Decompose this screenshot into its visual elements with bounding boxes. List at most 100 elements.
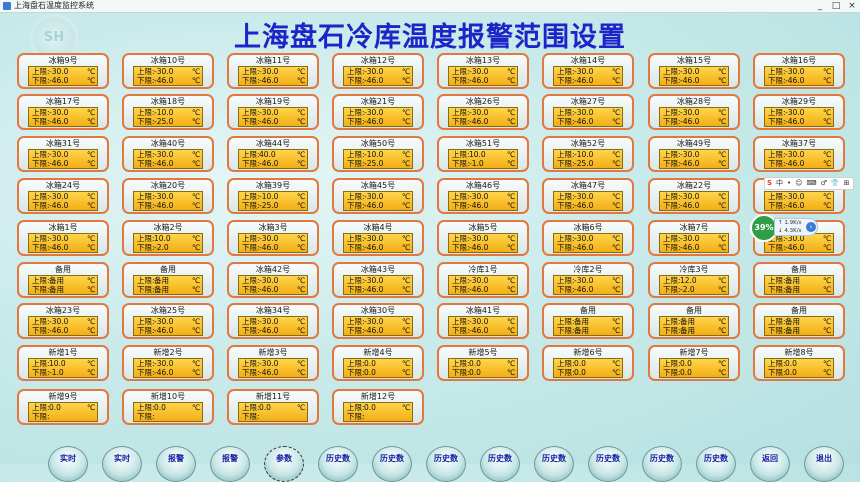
lower-limit-value[interactable]: -46.0 (259, 368, 297, 377)
limit-panel[interactable]: 上限: -30.0 ℃ 下限: -46.0 ℃ (659, 233, 729, 253)
lower-limit-value[interactable]: -46.0 (259, 243, 297, 252)
upper-limit-value[interactable]: -30.0 (49, 150, 87, 159)
upper-limit-value[interactable]: -30.0 (154, 359, 192, 368)
limit-panel[interactable]: 上限: 10.0 ℃ 下限: -1.0 ℃ (28, 358, 98, 378)
upper-limit-value[interactable]: 0.0 (785, 359, 823, 368)
upper-limit-value[interactable]: -30.0 (469, 276, 507, 285)
sensor-card[interactable]: 备用 上限: 备用 ℃ 下限: 备用 ℃ (753, 303, 845, 339)
lower-limit-value[interactable]: -46.0 (469, 117, 507, 126)
lower-limit-value[interactable]: -46.0 (785, 243, 823, 252)
sensor-card[interactable]: 冰箱7号 上限: -30.0 ℃ 下限: -46.0 ℃ (648, 220, 740, 256)
lower-limit-value[interactable]: -1.0 (49, 368, 87, 377)
upper-limit-value[interactable]: -30.0 (259, 276, 297, 285)
upper-limit-value[interactable]: -30.0 (574, 192, 612, 201)
sensor-card[interactable]: 冰箱1号 上限: -30.0 ℃ 下限: -46.0 ℃ (17, 220, 109, 256)
nav-button[interactable]: 返回 (750, 446, 790, 482)
upper-limit-value[interactable]: 备用 (49, 276, 87, 285)
sensor-card[interactable]: 冰箱12号 上限: -30.0 ℃ 下限: -46.0 ℃ (332, 53, 424, 89)
upper-limit-value[interactable]: 10.0 (469, 150, 507, 159)
ime-floating-toolbar[interactable]: S 中 • ☺ ⌨ ♂ 👕 ⊞ (764, 177, 854, 190)
lower-limit-value[interactable]: -46.0 (259, 117, 297, 126)
lower-limit-value[interactable]: -25.0 (364, 159, 402, 168)
upper-limit-value[interactable]: -30.0 (364, 67, 402, 76)
sensor-card[interactable]: 冰箱46号 上限: -30.0 ℃ 下限: -46.0 ℃ (437, 178, 529, 214)
close-button[interactable]: × (844, 0, 860, 12)
upper-limit-value[interactable]: -30.0 (364, 192, 402, 201)
upper-limit-value[interactable]: -30.0 (469, 317, 507, 326)
toolbar-item[interactable]: 👕 (831, 178, 840, 189)
upper-limit-value[interactable]: -30.0 (259, 359, 297, 368)
upper-limit-value[interactable]: -30.0 (785, 192, 823, 201)
sensor-card[interactable]: 冰箱40号 上限: -30.0 ℃ 下限: -46.0 ℃ (122, 136, 214, 172)
sensor-card[interactable]: 冰箱51号 上限: 10.0 ℃ 下限: -1.0 ℃ (437, 136, 529, 172)
lower-limit-value[interactable]: -2.0 (680, 285, 718, 294)
lower-limit-value[interactable]: 0.0 (469, 368, 507, 377)
limit-panel[interactable]: 上限: -30.0 ℃ 下限: -46.0 ℃ (659, 66, 729, 86)
sensor-card[interactable]: 冰箱18号 上限: -10.0 ℃ 下限: -25.0 ℃ (122, 94, 214, 130)
sensor-card[interactable]: 新增7号 上限: 0.0 ℃ 下限: 0.0 ℃ (648, 345, 740, 381)
upper-limit-value[interactable]: 0.0 (364, 403, 402, 412)
limit-panel[interactable]: 上限: -30.0 ℃ 下限: -46.0 ℃ (343, 191, 413, 211)
limit-panel[interactable]: 上限: -30.0 ℃ 下限: -46.0 ℃ (764, 191, 834, 211)
upper-limit-value[interactable]: -30.0 (469, 108, 507, 117)
sensor-card[interactable]: 冰箱10号 上限: -30.0 ℃ 下限: -46.0 ℃ (122, 53, 214, 89)
limit-panel[interactable]: 上限: -30.0 ℃ 下限: -46.0 ℃ (28, 191, 98, 211)
sensor-card[interactable]: 冰箱11号 上限: -30.0 ℃ 下限: -46.0 ℃ (227, 53, 319, 89)
speed-boost-icon[interactable]: › (806, 222, 816, 232)
limit-panel[interactable]: 上限: 0.0 ℃ 下限: 0.0 ℃ (553, 358, 623, 378)
limit-panel[interactable]: 上限: 备用 ℃ 下限: 备用 ℃ (764, 275, 834, 295)
lower-limit-value[interactable]: 0.0 (364, 368, 402, 377)
upper-limit-value[interactable]: -30.0 (49, 67, 87, 76)
lower-limit-value[interactable]: -46.0 (680, 117, 718, 126)
limit-panel[interactable]: 上限: -30.0 ℃ 下限: -46.0 ℃ (448, 66, 518, 86)
sensor-card[interactable]: 冰箱15号 上限: -30.0 ℃ 下限: -46.0 ℃ (648, 53, 740, 89)
sensor-card[interactable]: 冰箱21号 上限: -30.0 ℃ 下限: -46.0 ℃ (332, 94, 424, 130)
upper-limit-value[interactable]: -30.0 (154, 192, 192, 201)
toolbar-item[interactable]: ⊞ (844, 178, 850, 189)
lower-limit-value[interactable]: 备用 (785, 285, 823, 294)
upper-limit-value[interactable]: -30.0 (364, 317, 402, 326)
sensor-card[interactable]: 冰箱34号 上限: -30.0 ℃ 下限: -46.0 ℃ (227, 303, 319, 339)
nav-button[interactable]: 历史数 (588, 446, 628, 482)
sensor-card[interactable]: 冰箱20号 上限: -30.0 ℃ 下限: -46.0 ℃ (122, 178, 214, 214)
limit-panel[interactable]: 上限: -30.0 ℃ 下限: -46.0 ℃ (133, 316, 203, 336)
upper-limit-value[interactable]: -30.0 (154, 67, 192, 76)
limit-panel[interactable]: 上限: 备用 ℃ 下限: 备用 ℃ (764, 316, 834, 336)
lower-limit-value[interactable]: -46.0 (574, 201, 612, 210)
sensor-card[interactable]: 备用 上限: 备用 ℃ 下限: 备用 ℃ (122, 262, 214, 298)
limit-panel[interactable]: 上限: 0.0 ℃ 下限: 0.0 ℃ (659, 358, 729, 378)
sensor-card[interactable]: 冰箱31号 上限: -30.0 ℃ 下限: -46.0 ℃ (17, 136, 109, 172)
upper-limit-value[interactable]: -30.0 (785, 108, 823, 117)
lower-limit-value[interactable]: -46.0 (469, 326, 507, 335)
limit-panel[interactable]: 上限: -30.0 ℃ 下限: -46.0 ℃ (343, 107, 413, 127)
maximize-button[interactable]: □ (828, 0, 844, 12)
lower-limit-value[interactable]: -46.0 (469, 201, 507, 210)
lower-limit-value[interactable]: -46.0 (154, 201, 192, 210)
limit-panel[interactable]: 上限: -30.0 ℃ 下限: -46.0 ℃ (343, 66, 413, 86)
sensor-card[interactable]: 冰箱3号 上限: -30.0 ℃ 下限: -46.0 ℃ (227, 220, 319, 256)
lower-limit-value[interactable]: -25.0 (154, 117, 192, 126)
upper-limit-value[interactable]: -30.0 (364, 108, 402, 117)
upper-limit-value[interactable]: 备用 (154, 276, 192, 285)
upper-limit-value[interactable]: -10.0 (364, 150, 402, 159)
limit-panel[interactable]: 上限: 0.0 ℃ 下限: 0.0 ℃ (343, 358, 413, 378)
lower-limit-value[interactable]: 0.0 (680, 368, 718, 377)
lower-limit-value[interactable]: -46.0 (785, 76, 823, 85)
upper-limit-value[interactable]: -30.0 (574, 234, 612, 243)
limit-panel[interactable]: 上限: -30.0 ℃ 下限: -46.0 ℃ (343, 316, 413, 336)
nav-button[interactable]: 实时 (48, 446, 88, 482)
lower-limit-value[interactable]: 0.0 (574, 368, 612, 377)
limit-panel[interactable]: 上限: 备用 ℃ 下限: 备用 ℃ (553, 316, 623, 336)
lower-limit-value[interactable]: -46.0 (364, 201, 402, 210)
upper-limit-value[interactable]: -30.0 (259, 67, 297, 76)
sensor-card[interactable]: 新增5号 上限: 0.0 ℃ 下限: 0.0 ℃ (437, 345, 529, 381)
sensor-card[interactable]: 新增2号 上限: -30.0 ℃ 下限: -46.0 ℃ (122, 345, 214, 381)
lower-limit-value[interactable]: 备用 (49, 285, 87, 294)
sensor-card[interactable]: 冰箱16号 上限: -30.0 ℃ 下限: -46.0 ℃ (753, 53, 845, 89)
sensor-card[interactable]: 冷库3号 上限: 12.0 ℃ 下限: -2.0 ℃ (648, 262, 740, 298)
limit-panel[interactable]: 上限: -30.0 ℃ 下限: -46.0 ℃ (448, 233, 518, 253)
lower-limit-value[interactable]: -46.0 (785, 159, 823, 168)
limit-panel[interactable]: 上限: -10.0 ℃ 下限: -25.0 ℃ (553, 149, 623, 169)
limit-panel[interactable]: 上限: 10.0 ℃ 下限: -2.0 ℃ (133, 233, 203, 253)
sensor-card[interactable]: 冰箱45号 上限: -30.0 ℃ 下限: -46.0 ℃ (332, 178, 424, 214)
